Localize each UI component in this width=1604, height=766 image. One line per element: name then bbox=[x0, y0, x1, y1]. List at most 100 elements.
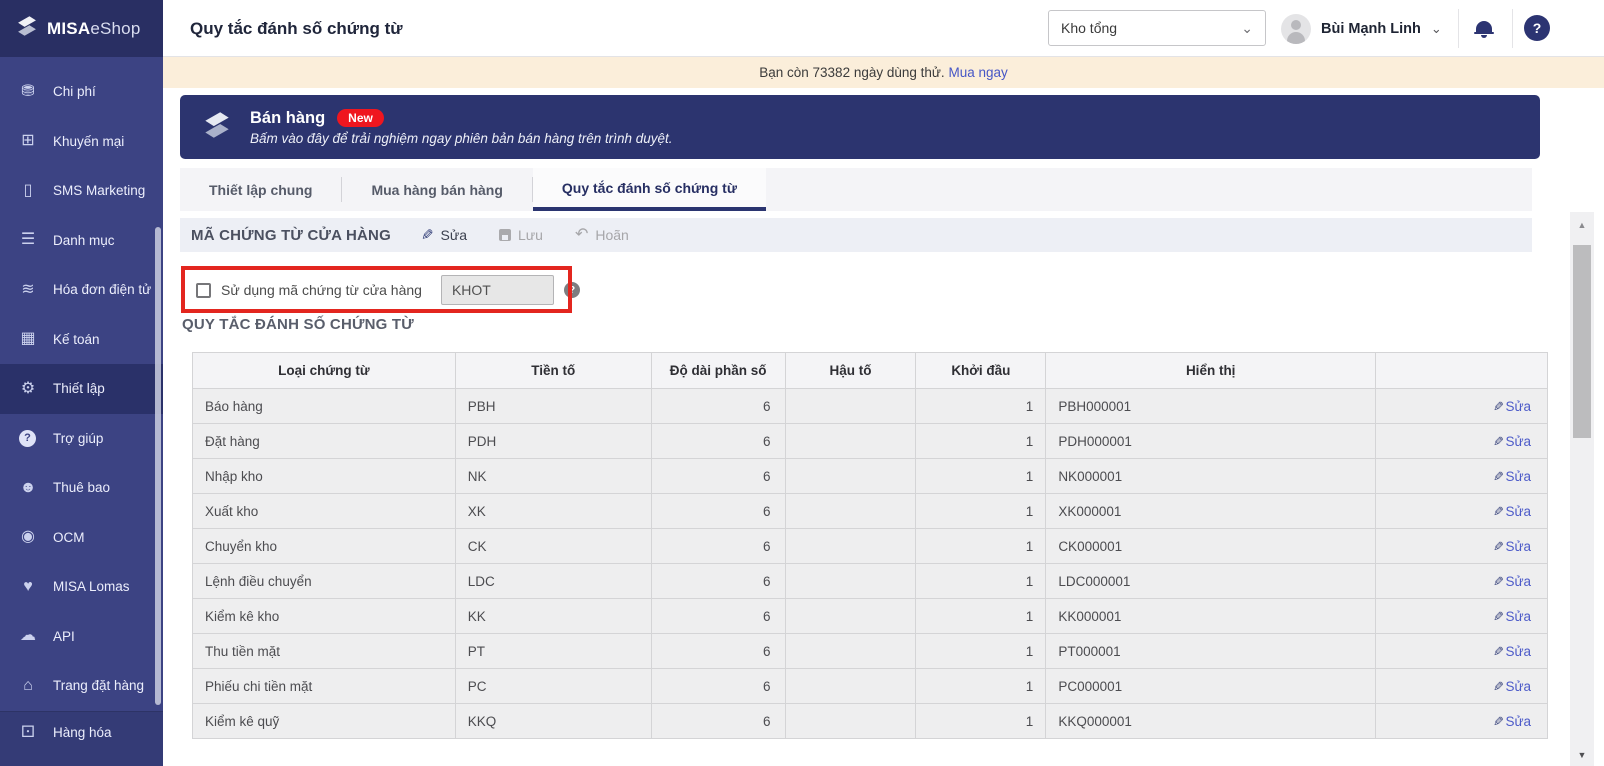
column-header bbox=[1375, 352, 1548, 389]
sidebar-item-sms-marketing[interactable]: ▯ SMS Marketing bbox=[0, 166, 163, 216]
cell-type: Chuyển kho bbox=[192, 528, 456, 564]
cell-type: Nhập kho bbox=[192, 458, 456, 494]
top-header: Quy tắc đánh số chứng từ Kho tổng ⌄ Bùi … bbox=[163, 0, 1604, 57]
question-circle-icon[interactable]: ? bbox=[563, 282, 580, 298]
cell-actions: ✎ Sửa bbox=[1375, 668, 1548, 704]
help-circle-icon: ? bbox=[19, 429, 36, 447]
tab-thiet-lap-chung[interactable]: Thiết lập chung bbox=[180, 168, 341, 211]
brand-name: MISAeShop bbox=[47, 18, 141, 38]
row-edit-link[interactable]: ✎ Sửa bbox=[1493, 434, 1531, 449]
cell-actions: ✎ Sửa bbox=[1375, 493, 1548, 529]
scroll-down-icon[interactable]: ▼ bbox=[1570, 750, 1594, 760]
pencil-icon: ✎ bbox=[1492, 468, 1504, 484]
cloud-upload-icon: ☁ bbox=[20, 627, 36, 645]
sidebar-item-ke-toan[interactable]: ▦ Kế toán bbox=[0, 315, 163, 365]
cell-suffix bbox=[784, 703, 917, 739]
cell-actions: ✎ Sửa bbox=[1375, 458, 1548, 494]
promo-text: Bán hàng New Bấm vào đây để trải nghiệm … bbox=[250, 109, 673, 146]
use-store-code-checkbox[interactable] bbox=[196, 282, 211, 298]
store-code-input[interactable] bbox=[440, 275, 554, 305]
header-divider bbox=[1512, 9, 1513, 48]
pencil-icon: ✎ bbox=[1492, 503, 1504, 519]
sidebar-item-tro-giup[interactable]: ? Trợ giúp bbox=[0, 414, 163, 464]
sidebar-scrollbar-thumb[interactable] bbox=[155, 227, 161, 705]
chevron-down-icon: ⌄ bbox=[1241, 20, 1253, 36]
column-header: Độ dài phần số bbox=[650, 352, 786, 389]
ocm-swirl-icon: ◉ bbox=[21, 528, 35, 546]
pencil-icon: ✎ bbox=[1492, 573, 1504, 589]
scrollbar-thumb[interactable] bbox=[1573, 245, 1591, 438]
table-body: Báo hàng PBH 6 1 PBH000001 ✎ Sửa Đặt hàng PDH 6 1 P… bbox=[192, 388, 1548, 739]
brand-logo[interactable]: MISAeShop bbox=[0, 0, 163, 57]
buy-now-link[interactable]: Mua ngay bbox=[948, 65, 1007, 80]
trial-banner: Bạn còn 73382 ngày dùng thử. Mua ngay bbox=[163, 57, 1604, 88]
cell-number_length: 6 bbox=[650, 458, 786, 494]
row-edit-link[interactable]: ✎ Sửa bbox=[1493, 679, 1531, 694]
user-menu[interactable]: Bùi Mạnh Linh ⌄ bbox=[1281, 0, 1442, 57]
chevron-down-icon: ⌄ bbox=[1430, 20, 1442, 36]
cell-start: 1 bbox=[915, 598, 1047, 634]
cell-actions: ✎ Sửa bbox=[1375, 388, 1548, 424]
sidebar-item-thiet-lap[interactable]: ⚙ Thiết lập bbox=[0, 364, 163, 414]
column-header: Khởi đầu bbox=[915, 352, 1047, 389]
row-edit-link[interactable]: ✎ Sửa bbox=[1493, 539, 1531, 554]
branch-selector[interactable]: Kho tổng ⌄ bbox=[1048, 10, 1266, 46]
promo-banner[interactable]: Bán hàng New Bấm vào đây để trải nghiệm … bbox=[180, 95, 1540, 159]
sidebar-item-hoa-don-dien-tu[interactable]: ≋ Hóa đơn điện tử bbox=[0, 265, 163, 315]
pencil-icon: ✎ bbox=[1492, 713, 1504, 729]
cell-prefix: PC bbox=[454, 668, 652, 704]
list-icon: ☰ bbox=[20, 231, 36, 249]
pencil-icon: ✎ bbox=[1492, 538, 1504, 554]
order-basket-icon: ⌂ bbox=[23, 676, 33, 694]
cell-actions: ✎ Sửa bbox=[1375, 598, 1548, 634]
help-icon[interactable]: ? bbox=[1524, 15, 1550, 41]
sidebar-item-hang-hoa[interactable]: ⚀ Hàng hóa bbox=[0, 710, 163, 766]
save-button[interactable]: Lưu bbox=[487, 227, 555, 243]
sidebar-item-khuyen-mai[interactable]: ⊞ Khuyến mại bbox=[0, 117, 163, 167]
cell-start: 1 bbox=[915, 703, 1047, 739]
cell-prefix: XK bbox=[454, 493, 652, 529]
new-badge: New bbox=[337, 109, 384, 127]
promo-title: Bán hàng bbox=[250, 108, 326, 127]
sidebar-item-api[interactable]: ☁ API bbox=[0, 612, 163, 662]
sidebar-item-ocm[interactable]: ◉ OCM bbox=[0, 513, 163, 563]
cell-type: Đặt hàng bbox=[192, 423, 456, 459]
cell-suffix bbox=[784, 563, 917, 599]
cell-number_length: 6 bbox=[650, 598, 786, 634]
sidebar-item-chi-phi[interactable]: ⛃ Chi phí bbox=[0, 67, 163, 117]
row-edit-link[interactable]: ✎ Sửa bbox=[1493, 469, 1531, 484]
pencil-icon: ✎ bbox=[1492, 678, 1504, 694]
row-edit-link[interactable]: ✎ Sửa bbox=[1493, 504, 1531, 519]
row-edit-link[interactable]: ✎ Sửa bbox=[1493, 714, 1531, 729]
cell-display: KK000001 bbox=[1045, 598, 1377, 634]
cancel-button[interactable]: ↶ Hoãn bbox=[563, 227, 641, 244]
content-scrollbar[interactable]: ▲ ▼ bbox=[1570, 212, 1594, 766]
row-edit-link[interactable]: ✎ Sửa bbox=[1493, 399, 1531, 414]
bell-icon[interactable] bbox=[1474, 21, 1494, 38]
column-header: Hiển thị bbox=[1045, 352, 1377, 389]
scroll-up-icon[interactable]: ▲ bbox=[1570, 220, 1594, 230]
row-edit-link[interactable]: ✎ Sửa bbox=[1493, 609, 1531, 624]
trial-text: Bạn còn 73382 ngày dùng thử. bbox=[759, 65, 945, 80]
row-edit-link[interactable]: ✎ Sửa bbox=[1493, 644, 1531, 659]
row-edit-link[interactable]: ✎ Sửa bbox=[1493, 574, 1531, 589]
sidebar-item-danh-muc[interactable]: ☰ Danh mục bbox=[0, 216, 163, 266]
sidebar: MISAeShop ⛃ Chi phí ⊞ Khuyến mại ▯ SMS M… bbox=[0, 0, 163, 766]
gift-icon: ⊞ bbox=[21, 132, 35, 150]
sidebar-item-trang-dat-hang[interactable]: ⌂ Trang đặt hàng bbox=[0, 661, 163, 711]
edit-button[interactable]: ✎ Sửa bbox=[409, 227, 479, 244]
cell-start: 1 bbox=[915, 633, 1047, 669]
cell-number_length: 6 bbox=[650, 563, 786, 599]
cell-display: LDC000001 bbox=[1045, 563, 1377, 599]
user-circle-icon: ☻ bbox=[19, 478, 37, 496]
gear-icon: ⚙ bbox=[20, 379, 36, 397]
table-row: Báo hàng PBH 6 1 PBH000001 ✎ Sửa bbox=[192, 388, 1548, 424]
tab-mua-hang-ban-hang[interactable]: Mua hàng bán hàng bbox=[342, 168, 531, 211]
sidebar-item-thue-bao[interactable]: ☻ Thuê bao bbox=[0, 463, 163, 513]
store-code-row: Sử dụng mã chứng từ cửa hàng ? bbox=[196, 273, 580, 307]
sidebar-item-misa-lomas[interactable]: ♥ MISA Lomas bbox=[0, 562, 163, 612]
store-code-section-title: MÃ CHỨNG TỪ CỬA HÀNG bbox=[191, 226, 391, 244]
cell-display: PC000001 bbox=[1045, 668, 1377, 704]
phone-icon: ▯ bbox=[23, 181, 33, 199]
tab-quy-tac-danh-so-chung-tu[interactable]: Quy tắc đánh số chứng từ bbox=[532, 168, 766, 211]
